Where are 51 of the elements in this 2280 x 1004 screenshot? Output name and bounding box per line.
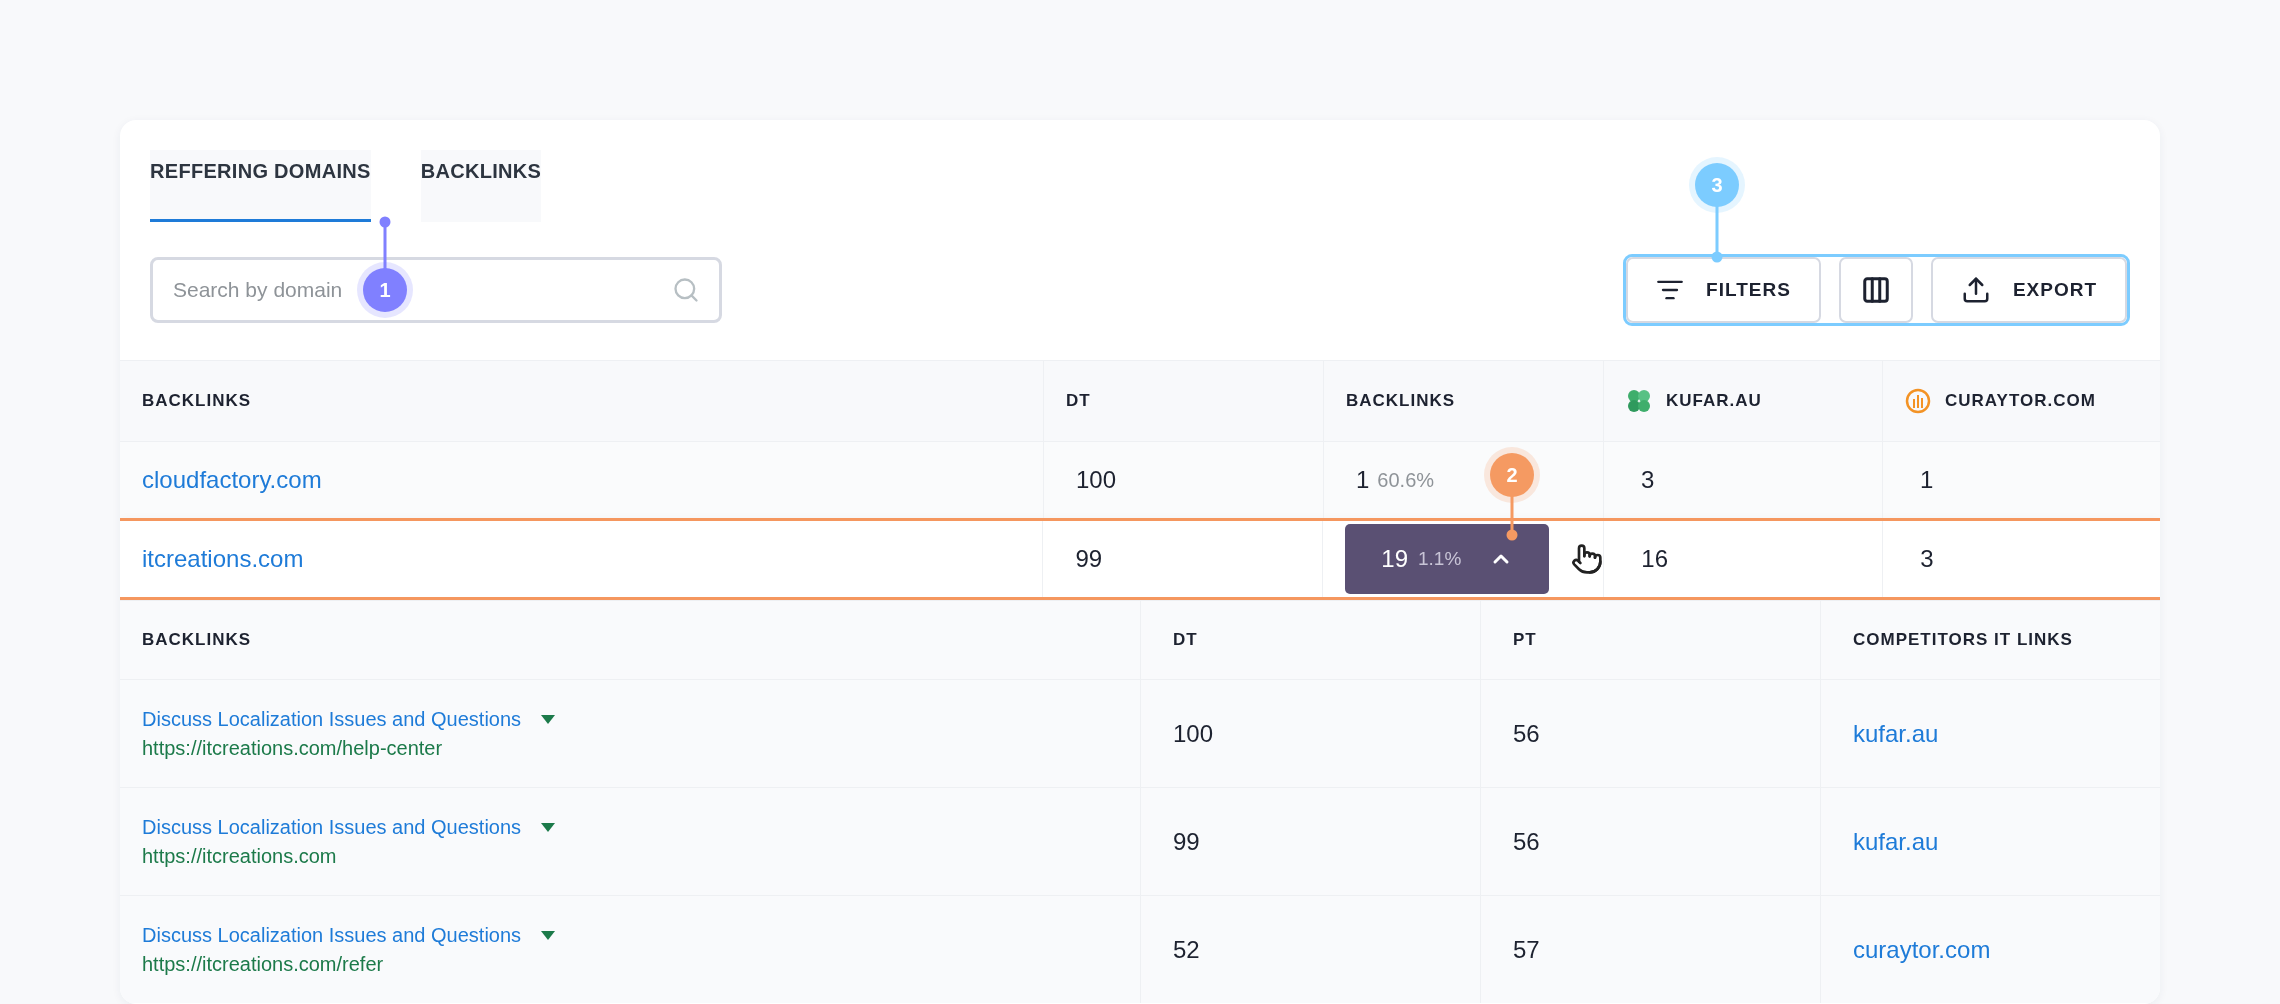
domain-link[interactable]: itcreations.com bbox=[142, 545, 304, 573]
tab[interactable]: REFFERING DOMAINS bbox=[150, 150, 371, 222]
competitor-link[interactable]: curaytor.com bbox=[1853, 935, 1991, 964]
search-icon bbox=[672, 276, 700, 304]
table-cell: 100 bbox=[1076, 466, 1117, 494]
domain-link[interactable]: cloudfactory.com bbox=[142, 466, 322, 494]
columns-button[interactable] bbox=[1838, 257, 1913, 323]
table-cell: 100 bbox=[1173, 719, 1214, 748]
column-header: DT bbox=[1066, 391, 1091, 411]
share-value: 60.6% bbox=[1377, 468, 1435, 492]
clover-logo-icon bbox=[1626, 388, 1652, 414]
table-cell: 1 bbox=[1920, 466, 1934, 494]
anchor-dot bbox=[379, 216, 391, 228]
bar-chart-logo-icon bbox=[1905, 388, 1931, 414]
anchor-dot bbox=[1506, 529, 1518, 541]
table-cell: 56 bbox=[1513, 827, 1540, 856]
toolbar-button[interactable]: FILTERS bbox=[1626, 257, 1821, 323]
table-cell: 52 bbox=[1173, 935, 1200, 964]
number-badge: 3 bbox=[1695, 163, 1739, 207]
caret-icon[interactable] bbox=[541, 930, 556, 940]
column-header: BACKLINKS bbox=[1346, 391, 1456, 411]
url-text: https://itcreations.com/refer bbox=[142, 952, 385, 976]
table-cell: 16 bbox=[1641, 545, 1668, 573]
column-header: CURAYTOR.COM bbox=[1945, 391, 2096, 411]
toolbar-button[interactable]: EXPORT bbox=[1930, 257, 2127, 323]
tab[interactable]: BACKLINKS bbox=[420, 150, 542, 222]
backlink-title-link[interactable]: Discuss Localization Issues and Questions bbox=[142, 923, 522, 947]
url-text: https://itcreations.com bbox=[142, 844, 338, 868]
hand-cursor-icon bbox=[1571, 543, 1604, 575]
table-cell: 99 bbox=[1075, 545, 1103, 573]
url-text: https://itcreations.com/help-center bbox=[142, 736, 444, 760]
column-header: KUFAR.AU bbox=[1666, 391, 1762, 411]
table-cell: 56 bbox=[1513, 719, 1540, 748]
column-header: PT bbox=[1513, 630, 1537, 650]
table-cell: 3 bbox=[1641, 466, 1655, 494]
table-cell: 1 bbox=[1356, 466, 1370, 494]
column-header: BACKLINKS bbox=[142, 630, 252, 650]
backlink-title-link[interactable]: Discuss Localization Issues and Questions bbox=[142, 815, 522, 839]
table-cell: 57 bbox=[1513, 935, 1540, 964]
backlinks-toggle[interactable]: 19 1.1% bbox=[1345, 524, 1550, 594]
competitor-link[interactable]: kufar.au bbox=[1853, 827, 1939, 856]
column-header: COMPETITORS IT LINKS bbox=[1853, 630, 2073, 650]
columns-icon bbox=[1860, 275, 1891, 305]
caret-icon[interactable] bbox=[541, 822, 556, 832]
table-cell: 99 bbox=[1173, 827, 1200, 856]
backlink-title-link[interactable]: Discuss Localization Issues and Questions bbox=[142, 707, 522, 731]
table-cell: 3 bbox=[1920, 545, 1934, 573]
column-header: BACKLINKS bbox=[142, 391, 252, 411]
competitor-link[interactable]: kufar.au bbox=[1853, 719, 1939, 748]
column-header: DT bbox=[1173, 630, 1198, 650]
caret-icon[interactable] bbox=[541, 714, 556, 724]
